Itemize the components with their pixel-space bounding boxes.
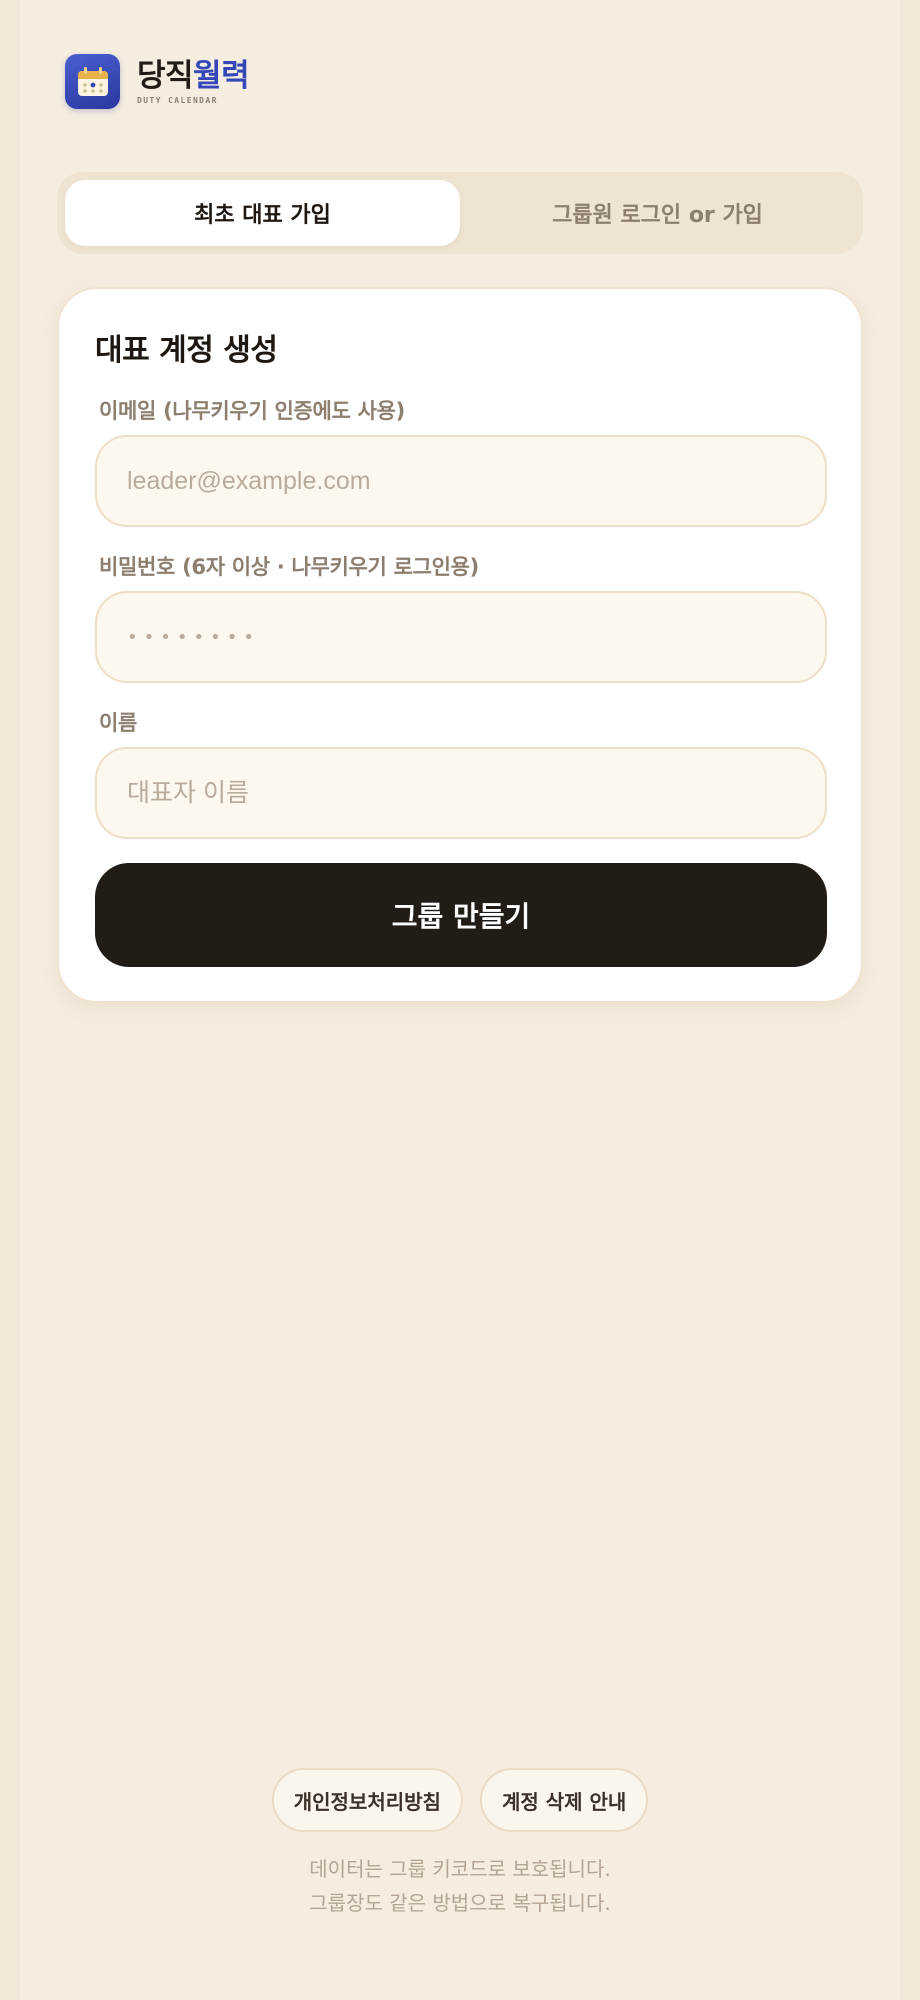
app-subtitle: DUTY CALENDAR: [137, 96, 218, 105]
footer-links: 개인정보처리방침 계정 삭제 안내: [0, 1768, 920, 1832]
page-edge-right: [900, 0, 920, 2000]
password-label: 비밀번호 (6자 이상 · 나무키우기 로그인용): [99, 555, 479, 579]
card-title: 대표 계정 생성: [95, 333, 278, 368]
auth-mode-tabs: 최초 대표 가입 그룹원 로그인 or 가입: [57, 172, 863, 254]
footer-note: 데이터는 그룹 키코드로 보호됩니다. 그룹장도 같은 방법으로 복구됩니다.: [0, 1852, 920, 1920]
app-title-accent: 월력: [193, 58, 250, 94]
password-masked-value: ••••••••: [127, 626, 260, 648]
email-field[interactable]: [95, 435, 827, 527]
footer-note-line-1: 데이터는 그룹 키코드로 보호됩니다.: [309, 1857, 611, 1881]
create-group-button[interactable]: 그룹 만들기: [95, 863, 827, 967]
tab-leader-signup[interactable]: 최초 대표 가입: [65, 180, 460, 246]
app-title-main: 당직: [137, 58, 194, 94]
name-label: 이름: [99, 711, 138, 735]
calendar-icon: [65, 54, 120, 109]
password-field[interactable]: ••••••••: [95, 591, 827, 683]
footer-note-line-2: 그룹장도 같은 방법으로 복구됩니다.: [309, 1891, 611, 1915]
brand-text: 당직월력 DUTY CALENDAR: [137, 58, 250, 105]
privacy-policy-link[interactable]: 개인정보처리방침: [271, 1768, 463, 1832]
page-edge-left: [0, 0, 20, 2000]
signup-page: 당직월력 DUTY CALENDAR 최초 대표 가입 그룹원 로그인 or 가…: [0, 0, 920, 2000]
app-title: 당직월력: [137, 58, 250, 94]
name-field[interactable]: [95, 747, 827, 839]
email-label: 이메일 (나무키우기 인증에도 사용): [99, 399, 405, 423]
brand-header: 당직월력 DUTY CALENDAR: [65, 54, 250, 109]
account-deletion-link[interactable]: 계정 삭제 안내: [479, 1768, 649, 1832]
tab-member-login[interactable]: 그룹원 로그인 or 가입: [460, 180, 855, 246]
signup-card: 대표 계정 생성 이메일 (나무키우기 인증에도 사용) 비밀번호 (6자 이상…: [57, 287, 863, 1003]
